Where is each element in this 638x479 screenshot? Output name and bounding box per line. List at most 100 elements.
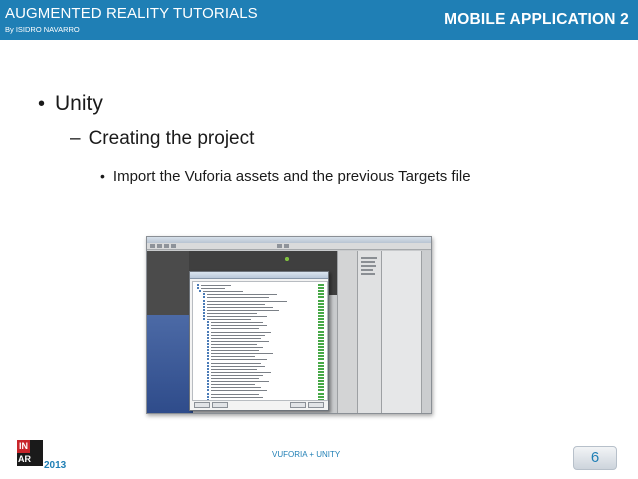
new-tag-icon [318,333,324,336]
tree-row [361,265,376,267]
file-name-line [211,343,257,345]
bullet-marker: • [100,168,105,184]
file-name-line [211,390,267,392]
checkbox-icon [199,290,201,293]
hand-tool-icon [150,244,155,248]
file-name-line [211,347,263,348]
checkbox-icon [207,336,209,339]
hierarchy-panel [337,251,357,413]
new-tag-icon [318,321,324,324]
file-name-line [207,306,273,308]
checkbox-icon [207,346,209,348]
file-name-line [207,297,269,299]
new-tag-icon [318,383,324,386]
file-name-line [211,396,263,398]
file-name-line [211,387,261,389]
file-name-line [207,300,287,302]
scale-tool-icon [171,244,176,248]
slide-number: 6 [573,446,617,470]
file-name-line [211,393,259,395]
none-button [212,402,228,408]
editor-toolbar [147,243,431,250]
file-name-line [207,294,277,296]
checkbox-icon [207,352,209,355]
dialog-titlebar [190,272,328,279]
checkbox-icon [207,361,209,364]
new-tag-icon [318,290,324,293]
checkbox-icon [203,302,205,305]
file-name-line [211,325,267,327]
new-tag-icon [318,377,324,379]
bullet-text: Creating the project [88,128,255,149]
bullet-level-2: – Creating the project [70,127,254,151]
bullet-level-1: • Unity [38,91,103,117]
file-name-line [211,334,265,336]
new-tag-icon [318,370,324,373]
checkbox-icon [207,392,209,395]
file-name-line [211,353,273,355]
unity-editor-screenshot [146,236,432,414]
checkbox-icon [203,315,205,317]
checkbox-icon [203,293,205,296]
new-tag-icon [318,367,324,370]
checkbox-icon [207,395,209,398]
logo-in-text: IN [17,440,30,453]
new-tag-icon [318,293,324,296]
file-name-line [211,331,271,333]
project-folder-tree [357,251,381,413]
checkbox-icon [197,287,199,290]
inar-logo: IN AR [17,440,43,466]
file-name-line [201,285,231,286]
checkbox-icon [207,364,209,367]
new-tag-icon [318,324,324,327]
file-name-line [211,365,265,367]
new-tag-icon [318,352,324,355]
new-tag-icon [318,364,324,367]
checkbox-icon [207,383,209,386]
logo-ar-text: AR [17,453,43,466]
checkbox-icon [207,377,209,379]
checkbox-icon [207,386,209,389]
file-name-line [203,291,243,293]
rotate-tool-icon [164,244,169,248]
file-name-line [211,328,259,330]
checkbox-icon [207,333,209,336]
tree-row [361,261,375,263]
checkbox-icon [203,299,205,302]
file-name-line [207,316,267,317]
file-name-line [207,309,279,311]
file-name-line [211,337,261,339]
tree-row [361,273,375,275]
file-name-line [211,350,259,352]
checkbox-icon [207,330,209,333]
new-tag-icon [318,299,324,302]
checkbox-icon [207,370,209,373]
file-name-line [211,399,257,400]
new-tag-icon [318,349,324,352]
new-tag-icon [318,386,324,389]
checkbox-icon [207,349,209,352]
new-tag-icon [318,284,324,286]
file-row [193,398,327,400]
new-tag-icon [318,392,324,395]
new-tag-icon [318,358,324,361]
checkbox-icon [207,355,209,358]
new-tag-icon [318,305,324,308]
tree-row [361,269,373,271]
import-button [308,402,324,408]
checkbox-icon [207,380,209,383]
all-button [194,402,210,408]
new-tag-icon [318,389,324,392]
checkbox-icon [207,398,209,400]
dash-marker: – [70,128,81,149]
file-name-line [201,288,225,290]
new-tag-icon [318,330,324,333]
checkbox-icon [203,308,205,311]
checkbox-icon [203,311,205,314]
play-button-icon [277,244,282,248]
checkbox-icon [203,305,205,308]
file-name-line [211,371,271,373]
checkbox-icon [207,321,209,324]
footer-topic: VUFORIA + UNITY [272,450,341,459]
scene-gizmo-icon [283,255,291,263]
